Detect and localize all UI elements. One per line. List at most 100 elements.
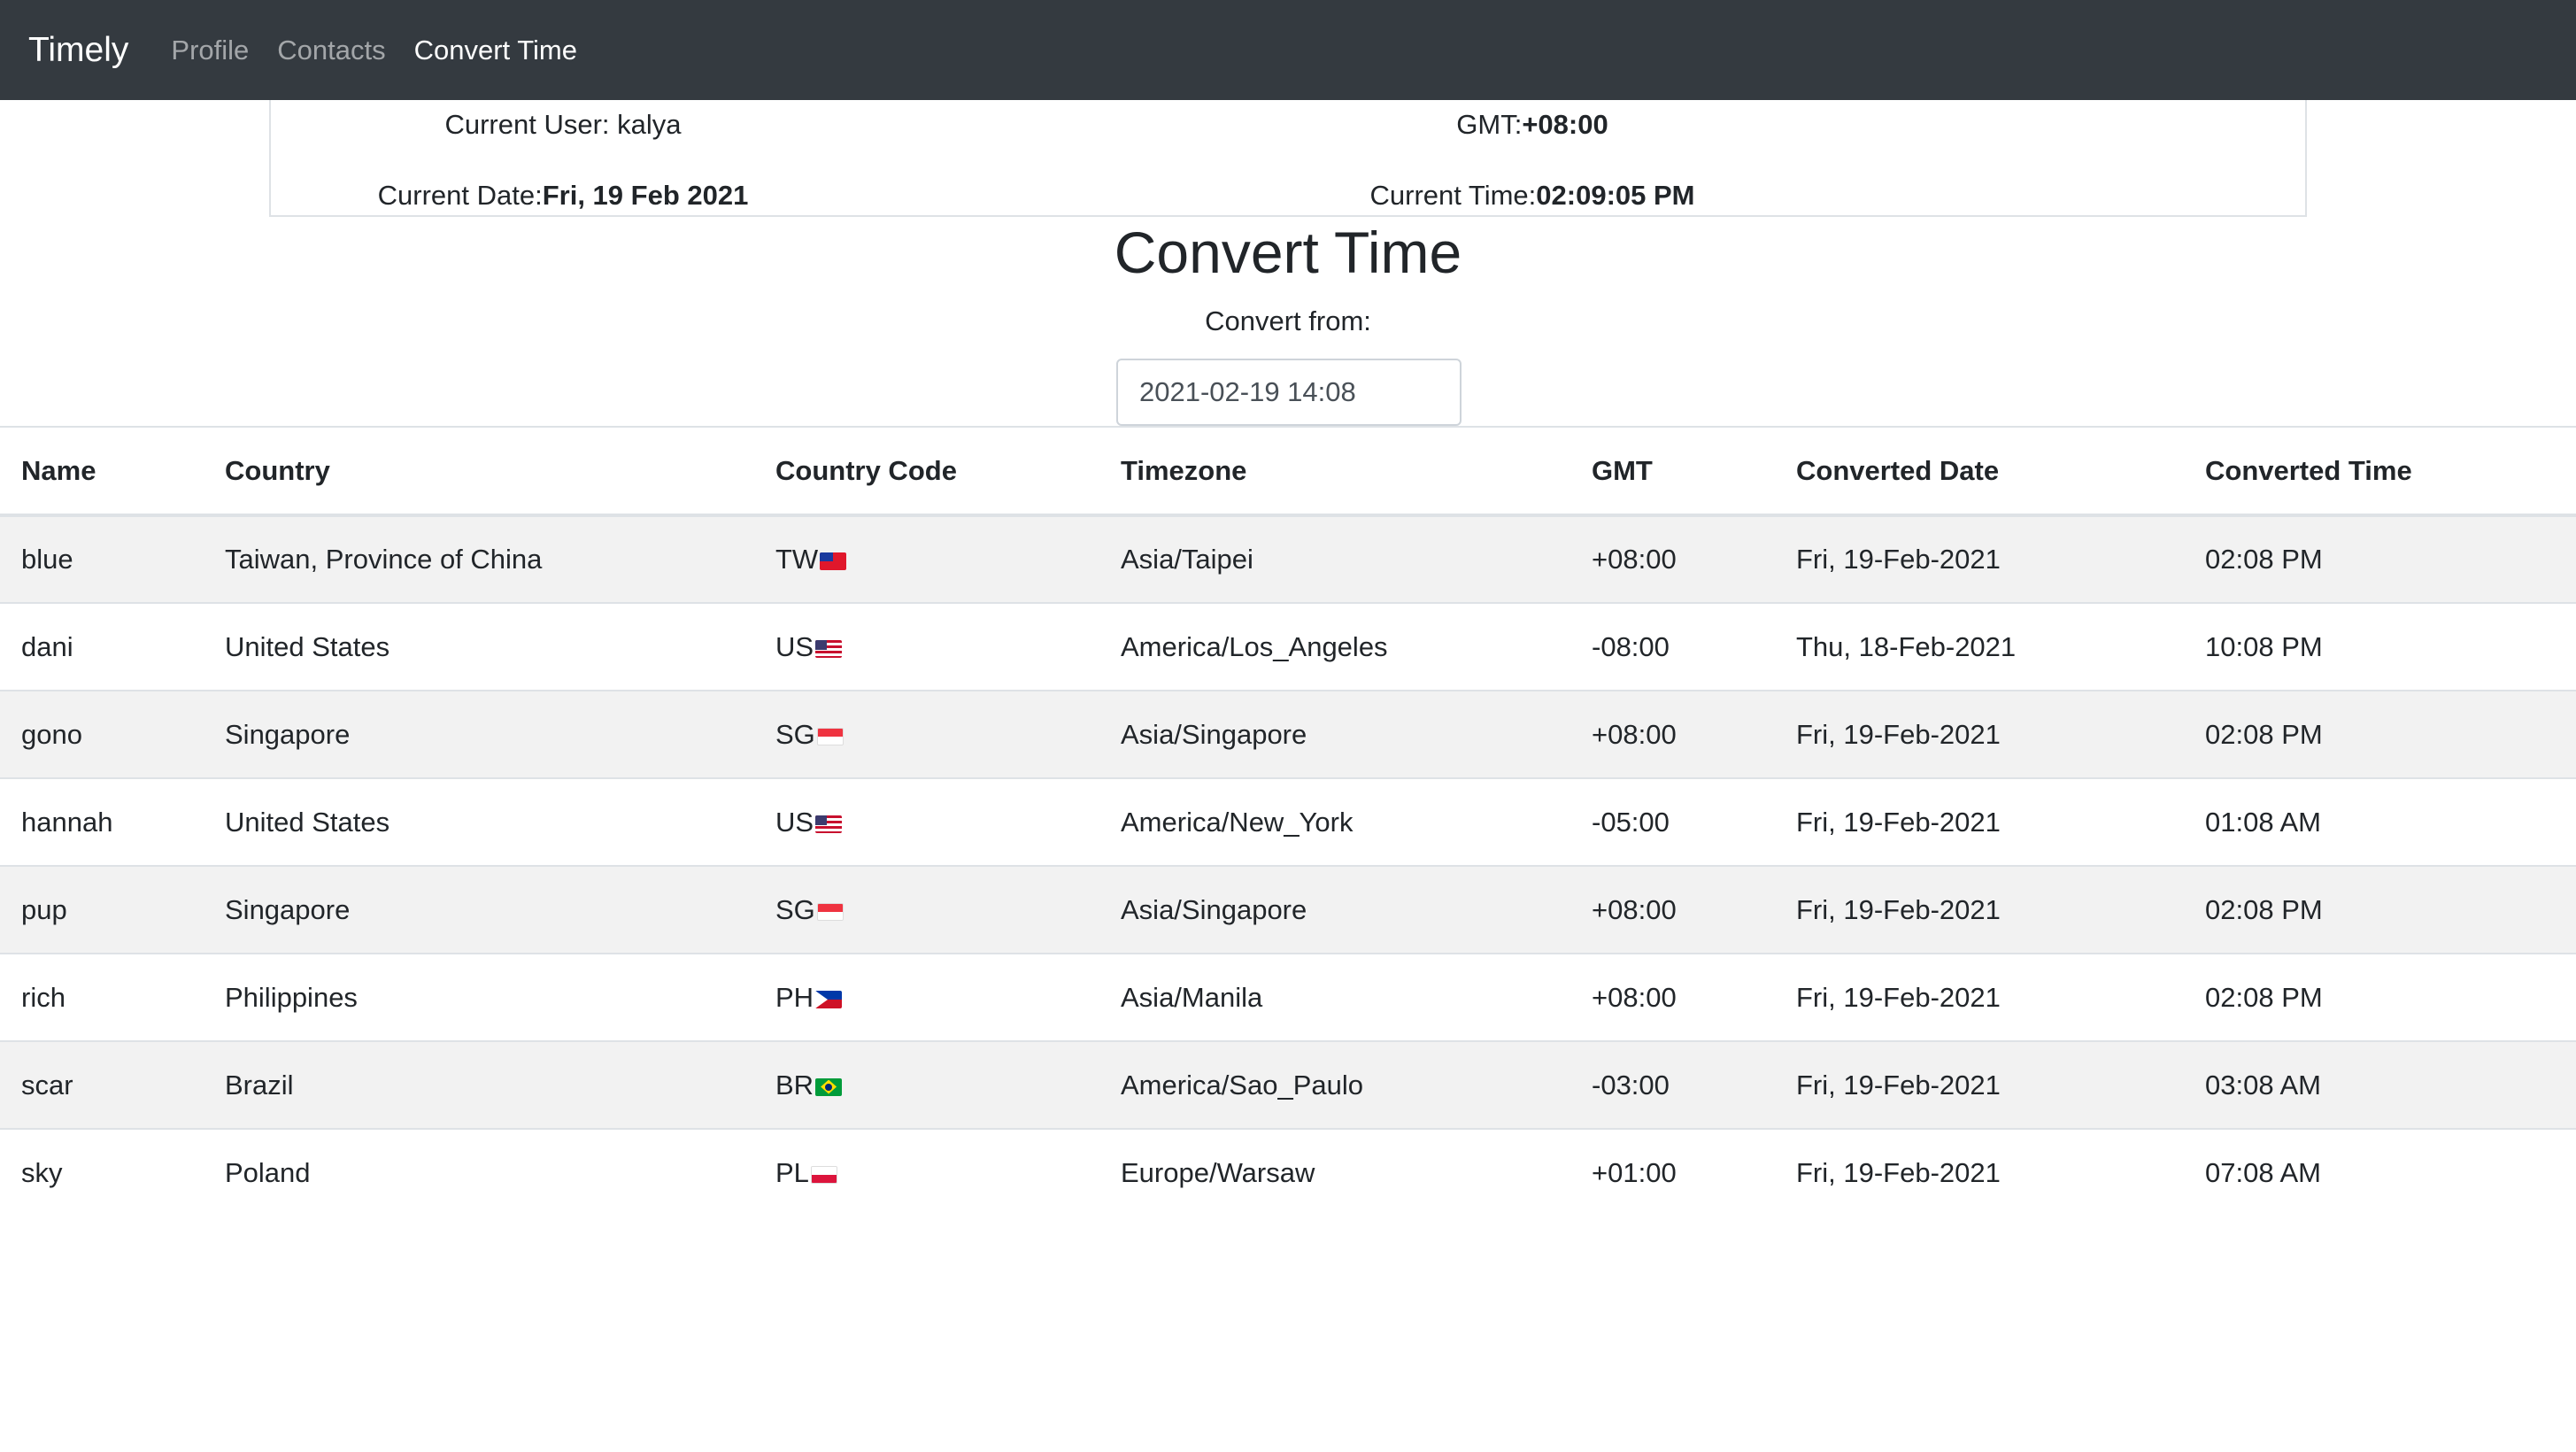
cell-gmt: +08:00: [1570, 515, 1775, 603]
cell-country-code: PH: [754, 954, 1099, 1041]
cell-country-text: Philippines: [225, 981, 358, 1013]
cell-converted-time: 02:08 PM: [2184, 866, 2576, 954]
cell-converted-date-text: Fri, 19-Feb-2021: [1796, 806, 2001, 838]
nav-link-convert-time[interactable]: Convert Time: [414, 35, 577, 66]
header-country-code: Country Code: [775, 454, 957, 486]
cell-name: sky: [0, 1129, 204, 1216]
table-row: blue Taiwan, Province of China TW Asia/Taip…: [0, 515, 2576, 603]
cell-gmt: -03:00: [1570, 1041, 1775, 1129]
convert-from-input[interactable]: [1116, 359, 1462, 426]
singapore-flag-icon: [816, 727, 844, 745]
cell-name: dani: [0, 603, 204, 691]
cell-converted-date: Fri, 19-Feb-2021: [1775, 691, 2184, 778]
cell-converted-time-text: 02:08 PM: [2205, 981, 2323, 1013]
cell-country-code: TW: [754, 515, 1099, 603]
cell-country-code-text: SG: [775, 893, 815, 925]
header-country: Country: [225, 454, 330, 486]
table-row: dani United States US America/Los_Angeles -0…: [0, 603, 2576, 691]
cell-gmt-text: +08:00: [1592, 544, 1677, 575]
cell-country-code: SG: [754, 866, 1099, 954]
cell-name: gono: [0, 691, 204, 778]
cell-converted-date-text: Thu, 18-Feb-2021: [1796, 630, 2017, 662]
cell-converted-time: 02:08 PM: [2184, 691, 2576, 778]
cell-country-code-text: PH: [775, 981, 814, 1013]
table-row: sky Poland PL Europe/Warsaw +01:00 Fri, 19-Fe…: [0, 1129, 2576, 1216]
cell-timezone-text: Asia/Manila: [1121, 981, 1263, 1013]
cell-country-text: Singapore: [225, 893, 351, 925]
cell-timezone: Asia/Taipei: [1099, 515, 1570, 603]
cell-country-code-text: SG: [775, 718, 815, 750]
cell-country: Taiwan, Province of China: [204, 515, 754, 603]
cell-converted-date-text: Fri, 19-Feb-2021: [1796, 1157, 2001, 1188]
header-name: Name: [21, 454, 96, 486]
cell-timezone-text: America/New_York: [1121, 806, 1354, 838]
cell-gmt-text: +08:00: [1592, 893, 1677, 925]
cell-name-text: pup: [21, 893, 67, 925]
cell-country: United States: [204, 603, 754, 691]
cell-country-code: PL: [754, 1129, 1099, 1216]
cell-gmt: -08:00: [1570, 603, 1775, 691]
cell-converted-date-text: Fri, 19-Feb-2021: [1796, 1069, 2001, 1101]
cell-converted-date: Fri, 19-Feb-2021: [1775, 954, 2184, 1041]
brazil-flag-icon: [815, 1077, 843, 1096]
cell-timezone-text: Europe/Warsaw: [1121, 1157, 1315, 1188]
cell-name: rich: [0, 954, 204, 1041]
cell-country-code: SG: [754, 691, 1099, 778]
poland-flag-icon: [810, 1166, 837, 1184]
cell-country: Poland: [204, 1129, 754, 1216]
cell-converted-date: Fri, 19-Feb-2021: [1775, 866, 2184, 954]
convert-from-label: Convert from:: [1205, 305, 1371, 336]
cell-timezone-text: Asia/Taipei: [1121, 544, 1253, 575]
philippines-flag-icon: [815, 990, 843, 1008]
united-states-flag-icon: [815, 639, 843, 658]
cell-country-text: Singapore: [225, 718, 351, 750]
cell-country: Philippines: [204, 954, 754, 1041]
cell-name: hannah: [0, 778, 204, 866]
brand-logo[interactable]: Timely: [28, 31, 128, 70]
cell-gmt-text: -03:00: [1592, 1069, 1670, 1101]
cell-converted-time-text: 01:08 AM: [2205, 806, 2321, 838]
cell-converted-date-text: Fri, 19-Feb-2021: [1796, 981, 2001, 1013]
nav-link-contacts[interactable]: Contacts: [277, 35, 385, 66]
cell-converted-date: Fri, 19-Feb-2021: [1775, 778, 2184, 866]
cell-country: Brazil: [204, 1041, 754, 1129]
cell-country-text: Taiwan, Province of China: [225, 544, 543, 575]
cell-converted-time-text: 07:08 AM: [2205, 1157, 2321, 1188]
cell-name-text: dani: [21, 630, 73, 662]
table-row: rich Philippines PH Asia/Manila +08:00 Fri, 1…: [0, 954, 2576, 1041]
contacts-time-table: Name Country Country Code Timezone GMT C…: [0, 426, 2576, 1216]
cell-name-text: sky: [21, 1157, 63, 1188]
cell-converted-date-text: Fri, 19-Feb-2021: [1796, 718, 2001, 750]
cell-converted-date-text: Fri, 19-Feb-2021: [1796, 893, 2001, 925]
cell-timezone-text: Asia/Singapore: [1121, 893, 1307, 925]
cell-timezone: America/Sao_Paulo: [1099, 1041, 1570, 1129]
cell-country-text: United States: [225, 806, 390, 838]
current-time-label: Current Time:: [1369, 180, 1537, 211]
header-timezone: Timezone: [1121, 454, 1247, 486]
current-date: Current Date:Fri, 19 Feb 2021: [76, 180, 1050, 212]
table-row: hannah United States US America/New_York -05…: [0, 778, 2576, 866]
current-info-panel: Current User: kalya GMT:+08:00 Current D…: [269, 100, 2307, 217]
cell-converted-time-text: 03:08 AM: [2205, 1069, 2321, 1101]
cell-converted-time: 10:08 PM: [2184, 603, 2576, 691]
table-row: pup Singapore SG Asia/Singapore +08:00 Fri, 1…: [0, 866, 2576, 954]
page-title: Convert Time: [1114, 220, 1462, 285]
cell-name-text: blue: [21, 544, 73, 575]
cell-country: Singapore: [204, 866, 754, 954]
cell-gmt-text: +08:00: [1592, 981, 1677, 1013]
cell-gmt: +01:00: [1570, 1129, 1775, 1216]
cell-name-text: scar: [21, 1069, 73, 1101]
cell-gmt: +08:00: [1570, 691, 1775, 778]
header-converted-date: Converted Date: [1796, 454, 2000, 486]
cell-country-code: US: [754, 603, 1099, 691]
cell-gmt: +08:00: [1570, 954, 1775, 1041]
cell-converted-time: 07:08 AM: [2184, 1129, 2576, 1216]
cell-timezone-text: America/Los_Angeles: [1121, 630, 1388, 662]
cell-converted-date: Fri, 19-Feb-2021: [1775, 1129, 2184, 1216]
cell-timezone: America/Los_Angeles: [1099, 603, 1570, 691]
header-gmt: GMT: [1592, 454, 1653, 486]
cell-country-code-text: TW: [775, 544, 819, 575]
singapore-flag-icon: [816, 902, 844, 921]
table-row: gono Singapore SG Asia/Singapore +08:00 Fri, …: [0, 691, 2576, 778]
nav-link-profile[interactable]: Profile: [171, 35, 249, 66]
